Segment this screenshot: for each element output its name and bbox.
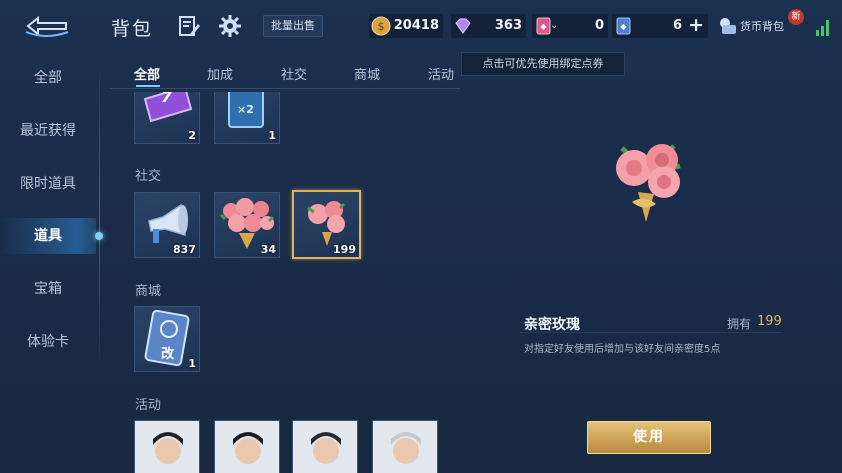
item-slot-intimate-rose[interactable]: 199 [292, 190, 361, 259]
diamond-currency: 363 [451, 14, 526, 38]
item-count: 2 [188, 129, 196, 142]
sidebar-item-all[interactable]: 全部 [0, 60, 96, 96]
avatar-portrait-icon [373, 421, 437, 473]
item-slot-megaphone[interactable]: 837 [134, 192, 200, 258]
ticket-a-amount: 0 [594, 18, 604, 33]
chevron-down-icon[interactable]: ⌄ [550, 20, 558, 31]
sidebar: 全部 最近获得 限时道具 道具 宝箱 体验卡 [0, 52, 100, 473]
page-title: 背包 [111, 18, 154, 40]
item-count: 837 [173, 243, 196, 256]
back-arrow-icon[interactable] [22, 10, 72, 38]
gold-amount: 20418 [393, 18, 439, 33]
svg-text:◆: ◆ [620, 22, 627, 31]
ticket-b-amount: 6 [672, 18, 682, 33]
own-label: 拥有 [727, 317, 752, 331]
svg-text:◆: ◆ [540, 22, 547, 31]
item-slot-avatar-2[interactable] [214, 420, 280, 473]
gold-currency: $ 20418 [369, 14, 443, 38]
avatar-portrait-icon [293, 421, 357, 473]
rename-card-label: 改 [161, 347, 175, 362]
ticket-blue-icon: ◆ [614, 16, 634, 36]
tab-divider [110, 88, 460, 89]
own-count: 199 [757, 314, 782, 329]
currency-wallet-button[interactable]: 货币背包 [718, 14, 790, 38]
batch-sell-button[interactable]: 批量出售 [263, 15, 323, 37]
avatar-portrait-icon [135, 421, 199, 473]
detail-divider [520, 332, 782, 333]
section-title-social: 社交 [135, 169, 162, 184]
selected-item-image [600, 130, 700, 230]
wallet-icon [718, 16, 738, 40]
ticket-b-currency[interactable]: ◆ 6 + [612, 14, 708, 38]
tab-social[interactable]: 社交 [281, 64, 307, 83]
sidebar-item-limited[interactable]: 限时道具 [0, 166, 96, 202]
item-name: 亲密玫瑰 [524, 317, 580, 333]
section-title-mall: 商城 [135, 284, 162, 299]
signal-icon [815, 16, 831, 38]
intimate-rose-icon [616, 144, 681, 222]
exp-card-label: ×2 [237, 103, 254, 116]
sidebar-item-props[interactable]: 道具 [0, 218, 96, 254]
top-bar: 背包 批量出售 $ 20418 363 ◆ ⌄ 0 ◆ 6 + 货币背包 新 [0, 0, 842, 52]
category-tabs: 全部 加成 社交 商城 活动 [100, 58, 470, 88]
sidebar-item-recent[interactable]: 最近获得 [0, 113, 96, 149]
item-count: 199 [333, 243, 356, 256]
item-grid: 7 2 ×2 1 社交 837 34 199 商城 改 1 活动 [100, 92, 470, 473]
ticket-a-currency[interactable]: ◆ ⌄ 0 [532, 14, 608, 38]
tab-all[interactable]: 全部 [134, 64, 160, 83]
use-button[interactable]: 使用 [587, 421, 711, 454]
item-slot-avatar-3[interactable] [292, 420, 358, 473]
new-badge: 新 [788, 9, 804, 25]
diamond-amount: 363 [494, 18, 522, 33]
avatar-portrait-icon [215, 421, 279, 473]
tab-activity[interactable]: 活动 [428, 64, 454, 83]
item-slot-avatar-1[interactable] [134, 420, 200, 473]
item-count: 34 [260, 243, 276, 256]
item-count: 1 [188, 357, 196, 370]
item-slot-avatar-4[interactable] [372, 420, 438, 473]
item-count: 1 [268, 129, 276, 142]
edit-list-icon[interactable] [177, 14, 201, 38]
gold-coin-icon: $ [371, 16, 391, 36]
purple-ticket-label: 7 [161, 92, 173, 106]
sidebar-item-chest[interactable]: 宝箱 [0, 271, 96, 307]
wallet-label: 货币背包 [740, 20, 784, 33]
item-slot-exp-card[interactable]: ×2 1 [214, 92, 280, 144]
tab-active-underline [136, 85, 160, 87]
plus-icon[interactable]: + [688, 14, 704, 36]
diamond-icon [453, 16, 473, 36]
item-slot-rename-card[interactable]: 改 1 [134, 306, 200, 372]
item-description: 对指定好友使用后增加与该好友间亲密度5点 [524, 344, 721, 355]
item-slot-purple-ticket[interactable]: 7 2 [134, 92, 200, 144]
svg-text:$: $ [378, 20, 385, 33]
tab-boost[interactable]: 加成 [207, 64, 233, 83]
tooltip: 点击可优先使用绑定点券 [461, 52, 625, 76]
section-title-activity: 活动 [135, 398, 162, 413]
item-slot-rose-bouquet[interactable]: 34 [214, 192, 280, 258]
sidebar-item-trial-card[interactable]: 体验卡 [0, 324, 96, 360]
gear-icon[interactable] [218, 14, 242, 38]
tab-mall[interactable]: 商城 [354, 64, 380, 83]
